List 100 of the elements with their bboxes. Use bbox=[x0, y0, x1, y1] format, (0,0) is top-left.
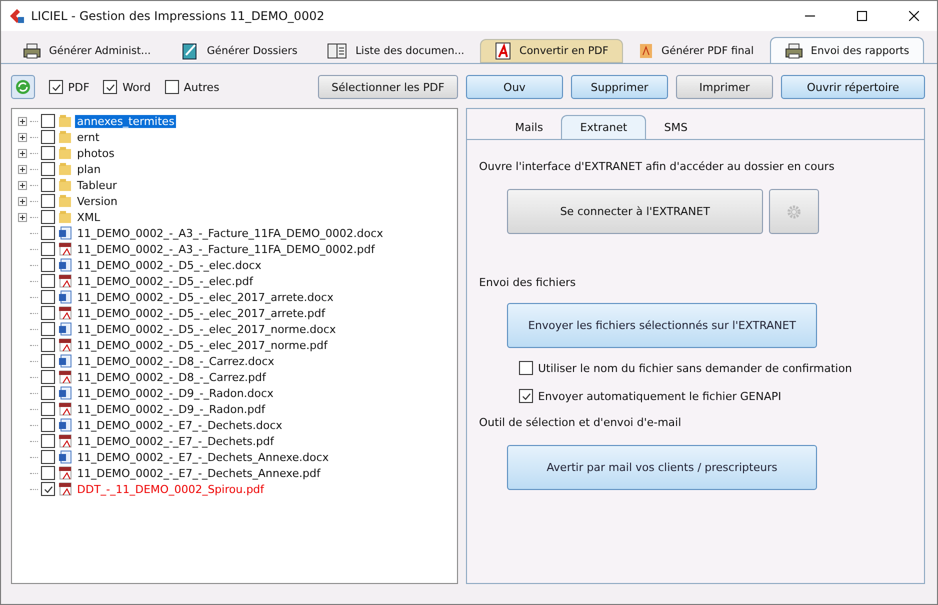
refresh-button[interactable] bbox=[11, 75, 35, 99]
tree-item[interactable]: 11_DEMO_0002_-_D5_-_elec_2017_norme.docx bbox=[75, 322, 338, 336]
word-file-icon bbox=[58, 290, 72, 304]
tree-item[interactable]: 11_DEMO_0002_-_E7_-_Dechets.pdf bbox=[75, 434, 276, 448]
checkbox-label: PDF bbox=[68, 80, 90, 94]
expand-icon[interactable] bbox=[18, 196, 27, 206]
tree-item[interactable]: plan bbox=[75, 162, 103, 176]
section-heading: Outil de sélection et d'envoi d'e-mail bbox=[479, 416, 682, 429]
checkbox[interactable] bbox=[41, 418, 55, 432]
tree-item[interactable]: 11_DEMO_0002_-_D5_-_elec.pdf bbox=[75, 274, 255, 288]
folder-icon bbox=[58, 194, 72, 208]
tab[interactable]: Liste des documen... bbox=[313, 39, 478, 63]
mail-button[interactable]: Avertir par mail vos clients / prescripteurs bbox=[507, 445, 817, 490]
expand-icon[interactable] bbox=[18, 212, 27, 222]
tree-item[interactable]: annexes_termites bbox=[75, 114, 176, 128]
tree-item[interactable]: 11_DEMO_0002_-_D9_-_Radon.pdf bbox=[75, 402, 268, 416]
checkbox[interactable] bbox=[41, 402, 55, 416]
checkbox[interactable] bbox=[41, 386, 55, 400]
pdf-file-icon bbox=[58, 434, 72, 448]
tree-item[interactable]: 11_DEMO_0002_-_D9_-_Radon.docx bbox=[75, 386, 276, 400]
window-title: LICIEL - Gestion des Impressions 11_DEMO_0002 bbox=[31, 9, 326, 23]
checkbox[interactable] bbox=[49, 80, 63, 94]
checkbox[interactable] bbox=[41, 114, 55, 128]
checkbox[interactable] bbox=[41, 194, 55, 208]
checkbox[interactable] bbox=[41, 210, 55, 224]
checkbox[interactable] bbox=[41, 482, 55, 496]
folder-icon bbox=[58, 146, 72, 160]
tree-item[interactable]: 11_DEMO_0002_-_D8_-_Carrez.pdf bbox=[75, 370, 268, 384]
tree-item[interactable]: DDT_-_11_DEMO_0002_Spirou.pdf bbox=[75, 482, 266, 496]
checkbox-label: Utiliser le nom du fichier sans demander de confirmation bbox=[538, 362, 852, 374]
pdf-file-icon bbox=[58, 482, 72, 496]
action-button[interactable]: Ouv bbox=[466, 75, 563, 99]
tree-item[interactable]: ernt bbox=[75, 130, 102, 144]
tree-item[interactable]: 11_DEMO_0002_-_D5_-_elec_2017_arrete.pdf bbox=[75, 306, 328, 320]
checkbox[interactable] bbox=[41, 178, 55, 192]
send-files-button[interactable]: Envoyer les fichiers sélectionnés sur l'EXTRANET bbox=[507, 303, 817, 348]
tab[interactable]: Extranet bbox=[561, 115, 646, 139]
action-button[interactable]: Ouvrir répertoire bbox=[781, 75, 925, 99]
checkbox[interactable] bbox=[41, 354, 55, 368]
pdf-file-icon bbox=[58, 370, 72, 384]
tab[interactable]: Convertir en PDF bbox=[480, 39, 624, 63]
tree-item[interactable]: XML bbox=[75, 210, 102, 224]
checkbox[interactable] bbox=[41, 226, 55, 240]
action-button[interactable]: Supprimer bbox=[571, 75, 668, 99]
pdf-file-icon bbox=[58, 338, 72, 352]
close-icon[interactable] bbox=[909, 11, 919, 21]
settings-button[interactable] bbox=[769, 189, 819, 234]
tree-item[interactable]: 11_DEMO_0002_-_E7_-_Dechets_Annexe.docx bbox=[75, 450, 331, 464]
maximize-icon[interactable] bbox=[857, 11, 867, 21]
checkbox[interactable] bbox=[41, 466, 55, 480]
checkbox[interactable] bbox=[41, 146, 55, 160]
folder-icon bbox=[58, 114, 72, 128]
checkbox[interactable] bbox=[103, 80, 118, 94]
tree-item[interactable]: Tableur bbox=[75, 178, 119, 192]
folder-icon bbox=[58, 162, 72, 176]
checkbox[interactable] bbox=[41, 162, 55, 176]
checkbox[interactable] bbox=[41, 258, 55, 272]
expand-icon[interactable] bbox=[18, 164, 27, 174]
expand-icon[interactable] bbox=[18, 132, 27, 142]
checkbox[interactable] bbox=[41, 322, 55, 336]
expand-icon[interactable] bbox=[18, 148, 27, 158]
checkbox[interactable] bbox=[41, 338, 55, 352]
checkbox[interactable] bbox=[41, 370, 55, 384]
checkbox[interactable] bbox=[41, 450, 55, 464]
tab[interactable]: Générer Administ... bbox=[9, 39, 165, 63]
document-icon bbox=[639, 43, 654, 59]
tree-item[interactable]: photos bbox=[75, 146, 116, 160]
checkbox[interactable] bbox=[41, 274, 55, 288]
tab[interactable]: Mails bbox=[497, 115, 562, 139]
notebook-icon bbox=[180, 42, 199, 60]
checkbox[interactable] bbox=[519, 389, 533, 403]
checkbox[interactable] bbox=[41, 434, 55, 448]
tab[interactable]: Générer Dossiers bbox=[166, 39, 312, 63]
word-file-icon bbox=[58, 418, 72, 432]
tree-item[interactable]: 11_DEMO_0002_-_D5_-_elec_2017_norme.pdf bbox=[75, 338, 330, 352]
expand-icon[interactable] bbox=[18, 116, 27, 126]
tree-item[interactable]: 11_DEMO_0002_-_E7_-_Dechets.docx bbox=[75, 418, 284, 432]
tree-item[interactable]: 11_DEMO_0002_-_D5_-_elec_2017_arrete.docx bbox=[75, 290, 336, 304]
tree-item[interactable]: 11_DEMO_0002_-_A3_-_Facture_11FA_DEMO_0002.docx bbox=[75, 226, 386, 240]
word-file-icon bbox=[58, 354, 72, 368]
tree-item[interactable]: 11_DEMO_0002_-_D8_-_Carrez.docx bbox=[75, 354, 276, 368]
tree-item[interactable]: Version bbox=[75, 194, 120, 208]
tab[interactable]: SMS bbox=[646, 115, 706, 139]
tree-item[interactable]: 11_DEMO_0002_-_E7_-_Dechets_Annexe.pdf bbox=[75, 466, 322, 480]
select-pdf-button[interactable]: Sélectionner les PDF bbox=[318, 75, 458, 99]
checkbox[interactable] bbox=[41, 290, 55, 304]
action-button[interactable]: Imprimer bbox=[676, 75, 773, 99]
checkbox[interactable] bbox=[41, 242, 55, 256]
checkbox[interactable] bbox=[41, 306, 55, 320]
tree-item[interactable]: 11_DEMO_0002_-_A3_-_Facture_11FA_DEMO_0002.pdf bbox=[75, 242, 377, 256]
checkbox[interactable] bbox=[519, 361, 533, 375]
tab[interactable]: Envoi des rapports bbox=[770, 37, 924, 63]
connect-button[interactable]: Se connecter à l'EXTRANET bbox=[507, 189, 763, 234]
section-heading: Envoi des fichiers bbox=[479, 276, 577, 289]
tab[interactable]: Générer PDF final bbox=[625, 39, 768, 63]
expand-icon[interactable] bbox=[18, 180, 27, 190]
checkbox[interactable] bbox=[41, 130, 55, 144]
pdf-file-icon bbox=[58, 402, 72, 416]
checkbox[interactable] bbox=[164, 80, 179, 94]
tree-item[interactable]: 11_DEMO_0002_-_D5_-_elec.docx bbox=[75, 258, 264, 272]
